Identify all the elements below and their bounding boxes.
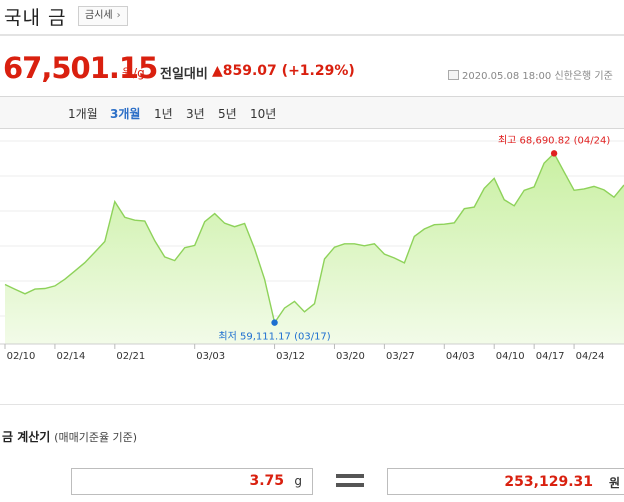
calculator-title-text: 금 계산기 xyxy=(2,430,51,444)
max-point-marker[interactable] xyxy=(550,150,558,157)
price-chart: 02/10 02/14 02/21 03/03 03/12 03/20 03/27 04/03… xyxy=(0,134,624,362)
won-value: 253,129.31 xyxy=(504,474,593,490)
calendar-icon xyxy=(448,70,459,80)
tab-10-years[interactable]: 10년 xyxy=(250,105,276,122)
tab-1-year[interactable]: 1년 xyxy=(154,105,173,122)
equals-icon xyxy=(336,474,364,492)
tab-1-month[interactable]: 1개월 xyxy=(68,105,98,122)
date-info: 2020.05.08 18:00 신한은행 기준 xyxy=(448,67,613,82)
x-tick-label: 04/17 xyxy=(536,351,565,362)
header-divider xyxy=(0,34,624,36)
calculator-title: 금 계산기 (매매기준율 기준) xyxy=(2,428,137,445)
quote-source: 신한은행 기준 xyxy=(554,71,613,82)
x-tick-label: 04/24 xyxy=(576,351,605,362)
x-tick-label: 03/20 xyxy=(336,351,365,362)
x-tick-label: 04/10 xyxy=(496,351,525,362)
period-tabs: 1개월 3개월 1년 3년 5년 10년 xyxy=(0,96,624,129)
price-unit: 원/g xyxy=(122,66,145,80)
gram-input-box: g xyxy=(71,468,313,495)
won-unit: 원 xyxy=(608,476,620,490)
chevron-right-icon: › xyxy=(116,10,121,21)
x-tick-label: 02/10 xyxy=(7,351,36,362)
category-tag-button[interactable]: 금시세 › xyxy=(78,6,128,26)
x-tick-label: 03/12 xyxy=(276,351,305,362)
tab-3-years[interactable]: 3년 xyxy=(186,105,205,122)
x-tick-label: 03/03 xyxy=(196,351,225,362)
quote-date: 2020.05.08 18:00 xyxy=(462,71,552,82)
gram-input[interactable] xyxy=(102,472,286,490)
min-annotation: 최저 59,111.17 (03/17) xyxy=(218,331,330,343)
page-title: 국내 금 xyxy=(4,7,67,29)
x-tick-label: 02/14 xyxy=(57,351,86,362)
x-tick-label: 03/27 xyxy=(386,351,415,362)
prev-day-label: 전일대비 xyxy=(160,67,208,82)
calculator-subtitle: (매매기준율 기준) xyxy=(54,431,138,444)
calculator-divider xyxy=(0,404,624,405)
tab-3-months[interactable]: 3개월 xyxy=(110,105,140,122)
max-annotation: 최고 68,690.82 (04/24) xyxy=(498,134,610,146)
won-result-box: 253,129.31 원 xyxy=(387,468,624,495)
category-tag-label: 금시세 xyxy=(85,10,113,21)
price-change: ▲859.07 (+1.29%) xyxy=(212,63,355,79)
tab-5-years[interactable]: 5년 xyxy=(218,105,237,122)
min-point-marker[interactable] xyxy=(271,319,278,326)
x-tick-label: 02/21 xyxy=(116,351,145,362)
x-tick-label: 04/03 xyxy=(446,351,475,362)
gram-unit: g xyxy=(294,474,302,488)
